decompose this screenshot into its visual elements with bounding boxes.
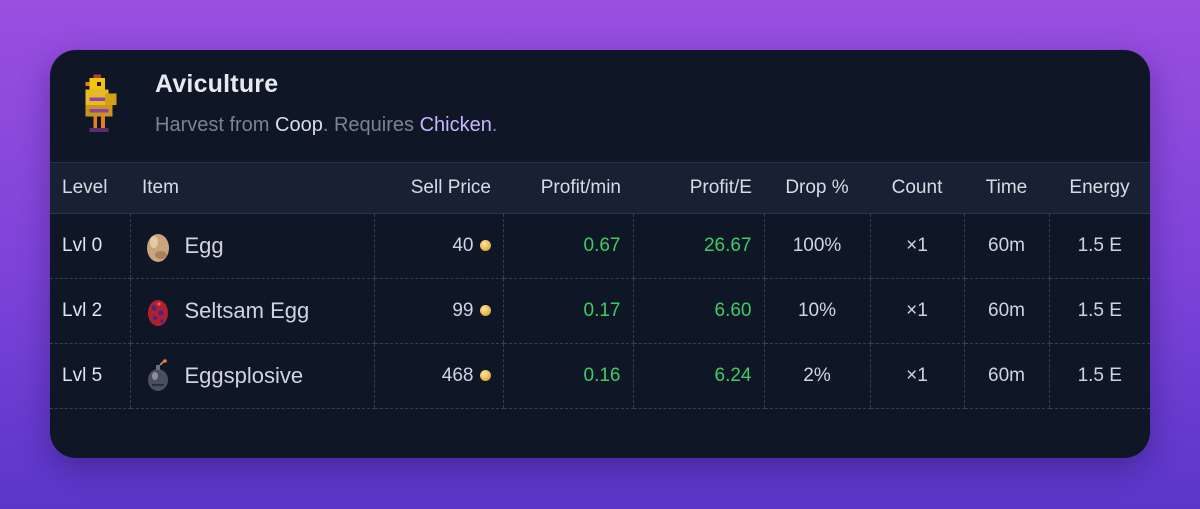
count-cell: ×1 bbox=[869, 278, 964, 344]
drops-table: Level Item Sell Price Profit/min Profit/… bbox=[50, 162, 1150, 409]
profit-e-cell: 6.60 bbox=[632, 278, 764, 344]
item-cell[interactable]: Eggsplosive bbox=[129, 343, 374, 409]
skill-subtitle: Harvest from Coop. Requires Chicken. bbox=[155, 114, 497, 137]
profit-e-cell: 26.67 bbox=[632, 213, 764, 279]
level-cell: Lvl 2 bbox=[50, 278, 130, 344]
sell-price-value: 40 bbox=[452, 235, 474, 256]
energy-cell: 1.5 E bbox=[1048, 343, 1150, 409]
energy-cell: 1.5 E bbox=[1048, 213, 1150, 279]
item-cell[interactable]: Seltsam Egg bbox=[129, 278, 374, 344]
level-cell: Lvl 0 bbox=[50, 213, 130, 279]
time-cell: 60m bbox=[963, 213, 1049, 279]
item-name[interactable]: Eggsplosive bbox=[185, 363, 304, 389]
table-header-row: Level Item Sell Price Profit/min Profit/… bbox=[50, 162, 1150, 214]
col-header-drop[interactable]: Drop % bbox=[764, 162, 870, 214]
sell-price-value: 468 bbox=[441, 365, 474, 386]
col-header-energy[interactable]: Energy bbox=[1049, 162, 1150, 214]
chicken-icon bbox=[85, 74, 117, 132]
table-row[interactable]: Lvl 2 Seltsam Egg 99 0.17 6.60 10% ×1 60… bbox=[50, 278, 1150, 344]
time-cell: 60m bbox=[963, 278, 1049, 344]
energy-cell: 1.5 E bbox=[1048, 278, 1150, 344]
skill-header: Aviculture Harvest from Coop. Requires C… bbox=[50, 50, 1150, 162]
sell-price-cell: 40 bbox=[373, 213, 503, 279]
col-header-count[interactable]: Count bbox=[870, 162, 964, 214]
time-cell: 60m bbox=[963, 343, 1049, 409]
subtitle-end: . bbox=[491, 114, 498, 136]
table-row[interactable]: Lvl 5 Eggsplosive 468 0.16 6.24 2% ×1 60… bbox=[50, 343, 1150, 409]
item-name[interactable]: Egg bbox=[185, 233, 224, 259]
col-header-profit-min[interactable]: Profit/min bbox=[503, 162, 633, 214]
col-header-item[interactable]: Item bbox=[130, 162, 374, 214]
col-header-profit-e[interactable]: Profit/E bbox=[633, 162, 764, 214]
source-name: Coop bbox=[275, 114, 323, 136]
col-header-sell-price[interactable]: Sell Price bbox=[374, 162, 503, 214]
table-row[interactable]: Lvl 0 Egg 40 0.67 26.67 100% ×1 60m 1.5 … bbox=[50, 213, 1150, 279]
subtitle-mid: . Requires bbox=[322, 114, 420, 136]
count-cell: ×1 bbox=[869, 213, 964, 279]
col-header-level[interactable]: Level bbox=[50, 162, 130, 214]
item-cell[interactable]: Egg bbox=[129, 213, 374, 279]
sell-price-cell: 468 bbox=[373, 343, 503, 409]
item-name[interactable]: Seltsam Egg bbox=[185, 298, 310, 324]
profit-min-cell: 0.17 bbox=[502, 278, 633, 344]
sell-price-value: 99 bbox=[452, 300, 474, 321]
bomb-egg-icon bbox=[147, 359, 168, 391]
coin-icon bbox=[479, 240, 491, 252]
col-header-time[interactable]: Time bbox=[964, 162, 1049, 214]
profit-min-cell: 0.67 bbox=[502, 213, 633, 279]
profit-min-cell: 0.16 bbox=[502, 343, 633, 409]
skill-card: Aviculture Harvest from Coop. Requires C… bbox=[50, 50, 1150, 458]
drop-cell: 2% bbox=[763, 343, 870, 409]
coin-icon bbox=[479, 305, 491, 317]
profit-e-cell: 6.24 bbox=[632, 343, 764, 409]
drop-cell: 10% bbox=[763, 278, 870, 344]
coin-icon bbox=[479, 370, 491, 382]
count-cell: ×1 bbox=[869, 343, 964, 409]
subtitle-prefix: Harvest from bbox=[155, 114, 276, 136]
seltsam-egg-icon bbox=[147, 300, 168, 326]
level-cell: Lvl 5 bbox=[50, 343, 130, 409]
drop-cell: 100% bbox=[763, 213, 870, 279]
egg-icon bbox=[146, 234, 169, 262]
skill-title: Aviculture bbox=[155, 70, 279, 98]
sell-price-cell: 99 bbox=[373, 278, 503, 344]
requirement-link[interactable]: Chicken bbox=[420, 114, 492, 136]
